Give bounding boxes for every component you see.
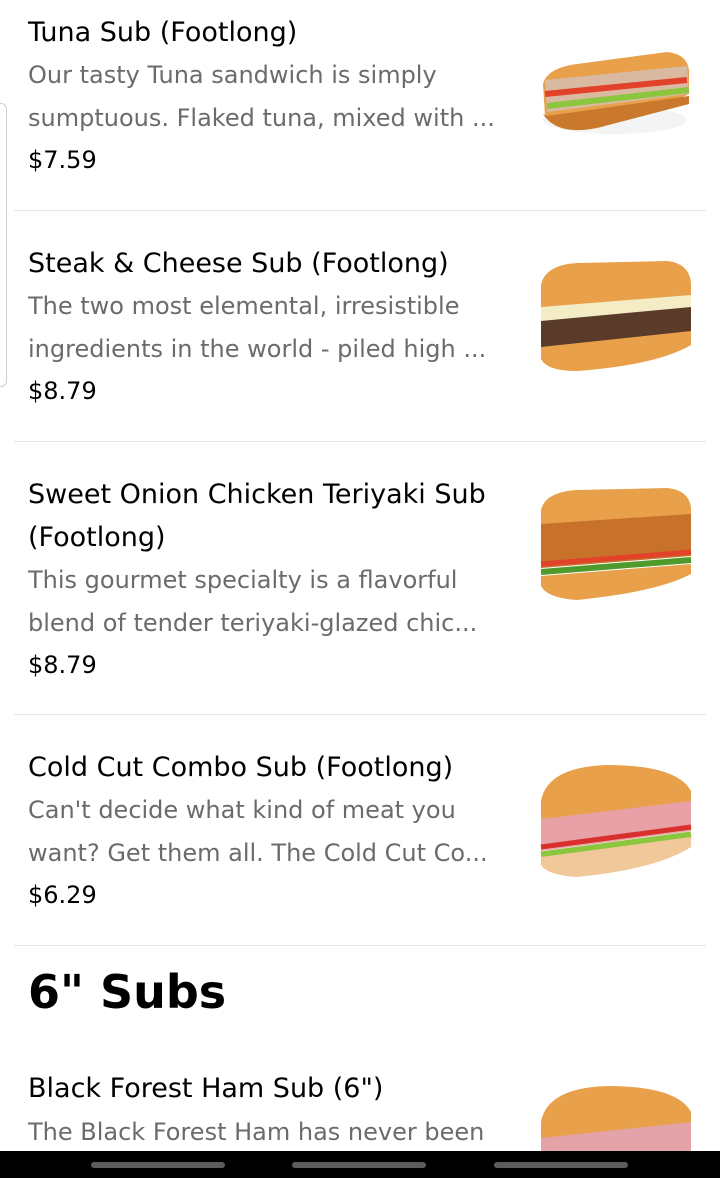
item-description: blend of tender teriyaki-glazed chic... — [28, 609, 478, 637]
system-navigation-bar — [0, 1151, 720, 1178]
item-description: sumptuous. Flaked tuna, mixed with ... — [28, 104, 495, 132]
item-price: $8.79 — [28, 651, 97, 679]
item-title: Tuna Sub (Footlong) — [28, 17, 298, 48]
sandwich-image — [541, 1086, 691, 1151]
item-description: Can't decide what kind of meat you — [28, 796, 456, 824]
sandwich-image — [541, 261, 691, 371]
menu-item-tuna-sub[interactable]: Tuna Sub (Footlong) Our tasty Tuna sandw… — [14, 0, 706, 211]
item-title: Sweet Onion Chicken Teriyaki Sub — [28, 479, 486, 510]
item-title: Black Forest Ham Sub (6") — [28, 1073, 384, 1104]
sandwich-image — [543, 52, 690, 134]
nav-pill-home[interactable] — [292, 1162, 426, 1168]
sandwich-image — [540, 488, 692, 600]
side-drawer-handle[interactable] — [0, 103, 7, 387]
menu-item-black-forest-ham-sub[interactable]: Black Forest Ham Sub (6") The Black Fore… — [14, 1050, 706, 1151]
section-title-6-inch-subs: 6" Subs — [28, 965, 227, 1019]
item-price: $8.79 — [28, 377, 97, 405]
item-description: ingredients in the world - piled high ..… — [28, 335, 487, 363]
menu-item-sweet-onion-chicken-teriyaki-sub[interactable]: Sweet Onion Chicken Teriyaki Sub (Footlo… — [14, 442, 706, 715]
sandwich-image — [540, 765, 692, 877]
item-price: $6.29 — [28, 881, 97, 909]
item-description: The Black Forest Ham has never been — [28, 1118, 485, 1146]
item-title: Steak & Cheese Sub (Footlong) — [28, 248, 449, 279]
item-title: (Footlong) — [28, 522, 166, 553]
item-description: This gourmet specialty is a flavorful — [28, 566, 458, 594]
item-price: $7.59 — [28, 146, 97, 174]
item-description: want? Get them all. The Cold Cut Co... — [28, 839, 488, 867]
item-title: Cold Cut Combo Sub (Footlong) — [28, 752, 454, 783]
item-description: Our tasty Tuna sandwich is simply — [28, 61, 437, 89]
item-description: The two most elemental, irresistible — [28, 292, 460, 320]
nav-pill-back[interactable] — [91, 1162, 225, 1168]
menu-item-cold-cut-combo-sub[interactable]: Cold Cut Combo Sub (Footlong) Can't deci… — [14, 715, 706, 946]
nav-pill-recents[interactable] — [494, 1162, 628, 1168]
menu-item-steak-cheese-sub[interactable]: Steak & Cheese Sub (Footlong) The two mo… — [14, 211, 706, 442]
